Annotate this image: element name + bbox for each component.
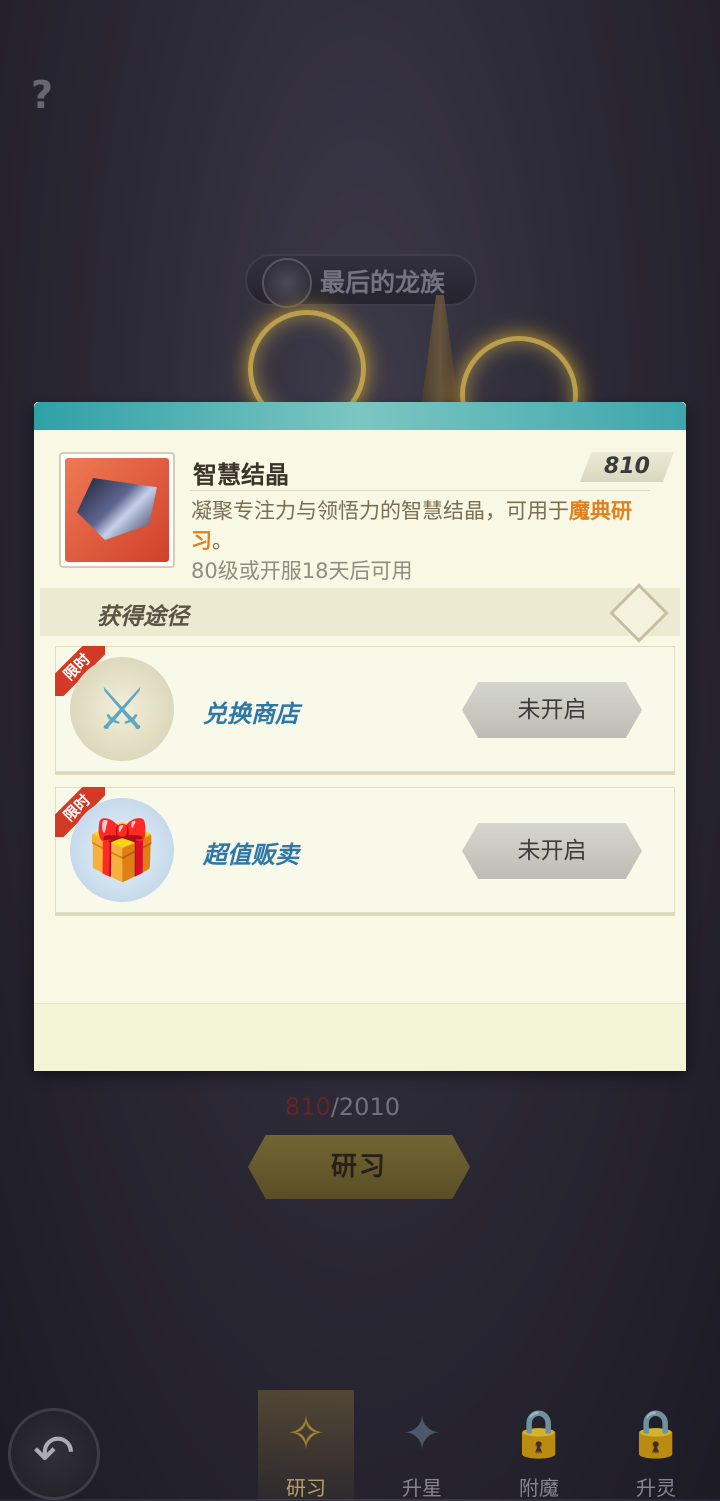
shop-sword-icon: ⚔ [70, 657, 174, 761]
item-name: 智慧结晶 [193, 461, 289, 489]
item-requirement: 80级或开服18天后可用 [191, 559, 413, 583]
divider [190, 490, 650, 491]
treasure-chest-icon: 🎁 [70, 798, 174, 902]
source-label-exchange-shop: 兑换商店 [203, 700, 299, 728]
item-quantity-badge: 810 [580, 452, 674, 482]
source-button-exchange-shop[interactable]: 未开启 [462, 682, 642, 738]
popup-footer [34, 1003, 686, 1071]
source-label-value-sale: 超值贩卖 [203, 841, 299, 869]
description-suffix: 。 [212, 529, 233, 553]
sources-title: 获得途径 [97, 604, 189, 630]
popup-header-bar [34, 402, 686, 430]
description-text: 凝聚专注力与领悟力的智慧结晶，可用于 [191, 499, 569, 523]
wisdom-crystal-icon [65, 458, 169, 562]
item-description: 凝聚专注力与领悟力的智慧结晶，可用于魔典研习。 [191, 496, 661, 556]
source-button-value-sale[interactable]: 未开启 [462, 823, 642, 879]
